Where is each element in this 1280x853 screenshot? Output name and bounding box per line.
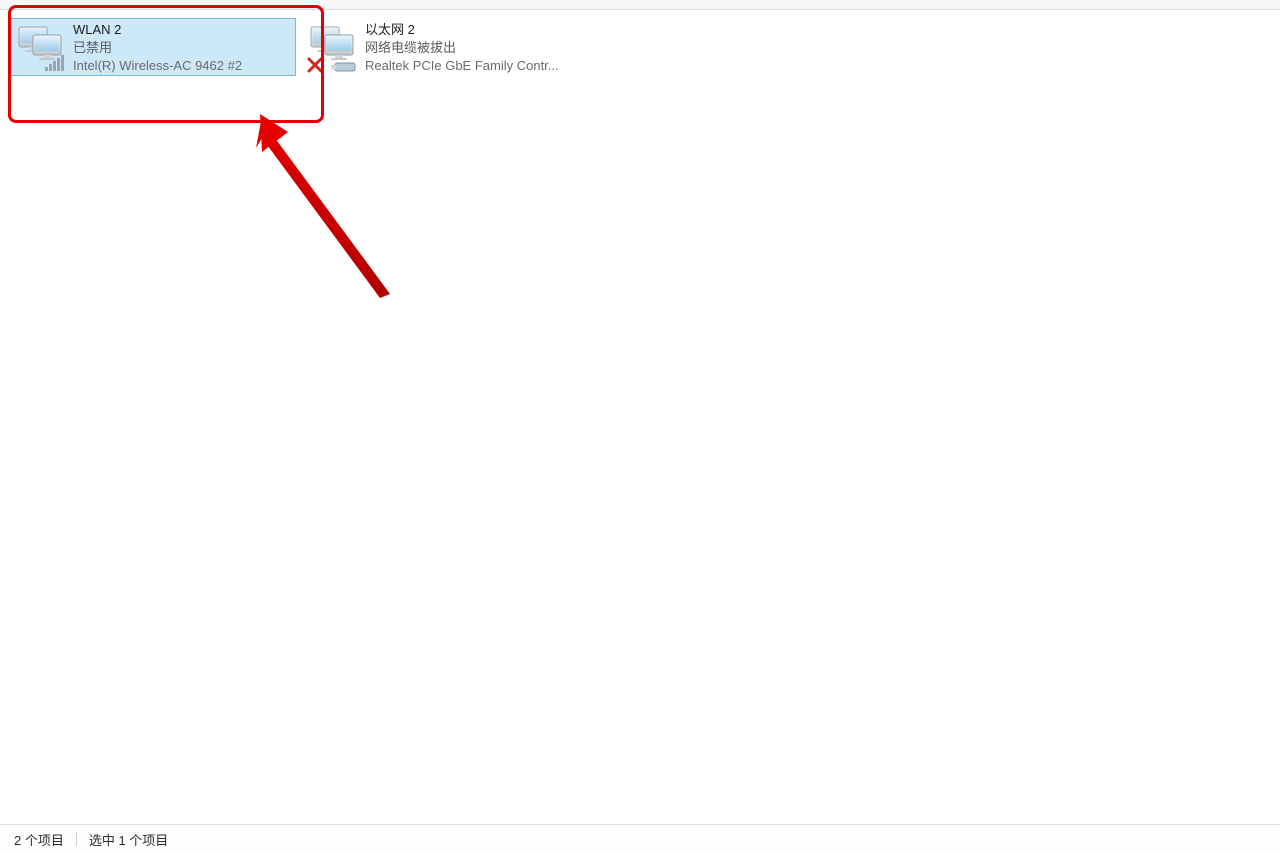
- adapter-status: 已禁用: [73, 39, 291, 57]
- status-bar: 2 个项目 选中 1 个项目: [0, 824, 1280, 853]
- adapter-item-wlan[interactable]: WLAN 2 已禁用 Intel(R) Wireless-AC 9462 #2: [8, 18, 296, 76]
- adapter-device: Realtek PCIe GbE Family Contr...: [365, 57, 583, 75]
- adapter-status: 网络电缆被拔出: [365, 39, 583, 57]
- status-separator: [76, 832, 77, 846]
- network-adapter-icon: [305, 21, 363, 73]
- adapter-name: 以太网 2: [365, 21, 583, 39]
- status-item-count: 2 个项目: [14, 830, 64, 849]
- annotation-arrow-icon: [250, 108, 410, 308]
- status-selection-count: 选中 1 个项目: [89, 830, 168, 849]
- network-adapter-icon: [13, 21, 71, 73]
- adapter-device: Intel(R) Wireless-AC 9462 #2: [73, 57, 291, 75]
- adapter-list: WLAN 2 已禁用 Intel(R) Wireless-AC 9462 #2: [0, 10, 1280, 84]
- window-top-border: [0, 0, 1280, 10]
- adapter-item-ethernet[interactable]: 以太网 2 网络电缆被拔出 Realtek PCIe GbE Family Co…: [300, 18, 588, 76]
- adapter-name: WLAN 2: [73, 21, 291, 39]
